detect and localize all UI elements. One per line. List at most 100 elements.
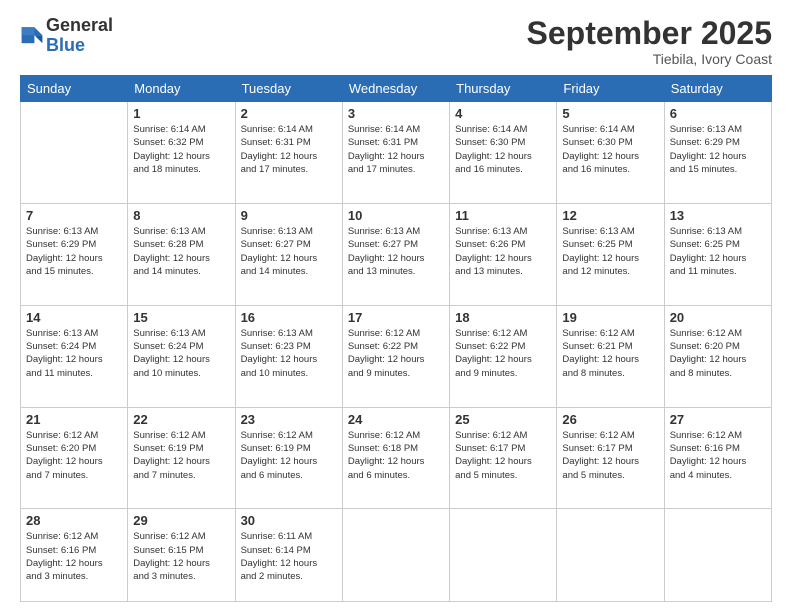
day-number: 10 bbox=[348, 208, 444, 223]
calendar-cell: 18 Sunrise: 6:12 AM Sunset: 6:22 PM Dayli… bbox=[450, 305, 557, 407]
day-number: 28 bbox=[26, 513, 122, 528]
day-number: 7 bbox=[26, 208, 122, 223]
day-number: 26 bbox=[562, 412, 658, 427]
calendar-cell: 29Sunrise: 6:12 AM Sunset: 6:15 PM Dayli… bbox=[128, 509, 235, 602]
day-info: Sunrise: 6:11 AM Sunset: 6:14 PM Dayligh… bbox=[241, 530, 337, 583]
day-info: Sunrise: 6:13 AM Sunset: 6:28 PM Dayligh… bbox=[133, 225, 229, 278]
day-number: 18 bbox=[455, 310, 551, 325]
calendar-cell: 2Sunrise: 6:14 AM Sunset: 6:31 PM Daylig… bbox=[235, 102, 342, 204]
day-info: Sunrise: 6:12 AM Sunset: 6:17 PM Dayligh… bbox=[562, 429, 658, 482]
day-number: 1 bbox=[133, 106, 229, 121]
calendar-cell: 28 Sunrise: 6:12 AM Sunset: 6:16 PM Dayli… bbox=[21, 509, 128, 602]
calendar-cell bbox=[342, 509, 449, 602]
calendar-cell: 15 Sunrise: 6:13 AM Sunset: 6:24 PM Dayli… bbox=[128, 305, 235, 407]
calendar-cell: 17Sunrise: 6:12 AM Sunset: 6:22 PM Dayli… bbox=[342, 305, 449, 407]
day-number: 9 bbox=[241, 208, 337, 223]
logo-text-top: General bbox=[46, 16, 113, 36]
day-number: 30 bbox=[241, 513, 337, 528]
calendar-cell: 4 Sunrise: 6:14 AM Sunset: 6:30 PM Daylig… bbox=[450, 102, 557, 204]
calendar-cell: 27 Sunrise: 6:12 AM Sunset: 6:16 PM Dayli… bbox=[664, 407, 771, 509]
calendar-cell: 11Sunrise: 6:13 AM Sunset: 6:26 PM Dayli… bbox=[450, 204, 557, 306]
title-block: September 2025 Tiebila, Ivory Coast bbox=[527, 16, 772, 67]
calendar-cell bbox=[664, 509, 771, 602]
calendar-table: Sunday Monday Tuesday Wednesday Thursday… bbox=[20, 75, 772, 602]
calendar-cell: 24 Sunrise: 6:12 AM Sunset: 6:18 PM Dayli… bbox=[342, 407, 449, 509]
col-saturday: Saturday bbox=[664, 76, 771, 102]
calendar-cell: 8 Sunrise: 6:13 AM Sunset: 6:28 PM Daylig… bbox=[128, 204, 235, 306]
day-number: 23 bbox=[241, 412, 337, 427]
day-info: Sunrise: 6:13 AM Sunset: 6:29 PM Dayligh… bbox=[26, 225, 122, 278]
col-wednesday: Wednesday bbox=[342, 76, 449, 102]
calendar-cell: 13Sunrise: 6:13 AM Sunset: 6:25 PM Dayli… bbox=[664, 204, 771, 306]
day-number: 25 bbox=[455, 412, 551, 427]
day-number: 8 bbox=[133, 208, 229, 223]
day-info: Sunrise: 6:12 AM Sunset: 6:18 PM Dayligh… bbox=[348, 429, 444, 482]
calendar-cell: 1 Sunrise: 6:14 AM Sunset: 6:32 PM Daylig… bbox=[128, 102, 235, 204]
day-info: Sunrise: 6:14 AM Sunset: 6:31 PM Dayligh… bbox=[348, 123, 444, 176]
day-number: 22 bbox=[133, 412, 229, 427]
day-info: Sunrise: 6:12 AM Sunset: 6:20 PM Dayligh… bbox=[26, 429, 122, 482]
col-tuesday: Tuesday bbox=[235, 76, 342, 102]
calendar-cell: 3Sunrise: 6:14 AM Sunset: 6:31 PM Daylig… bbox=[342, 102, 449, 204]
day-number: 5 bbox=[562, 106, 658, 121]
week-row-1: 1 Sunrise: 6:14 AM Sunset: 6:32 PM Daylig… bbox=[21, 102, 772, 204]
day-info: Sunrise: 6:12 AM Sunset: 6:21 PM Dayligh… bbox=[562, 327, 658, 380]
day-info: Sunrise: 6:14 AM Sunset: 6:30 PM Dayligh… bbox=[455, 123, 551, 176]
day-info: Sunrise: 6:12 AM Sunset: 6:17 PM Dayligh… bbox=[455, 429, 551, 482]
col-sunday: Sunday bbox=[21, 76, 128, 102]
day-info: Sunrise: 6:14 AM Sunset: 6:30 PM Dayligh… bbox=[562, 123, 658, 176]
calendar-cell: 23Sunrise: 6:12 AM Sunset: 6:19 PM Dayli… bbox=[235, 407, 342, 509]
day-info: Sunrise: 6:12 AM Sunset: 6:22 PM Dayligh… bbox=[455, 327, 551, 380]
calendar-cell bbox=[557, 509, 664, 602]
calendar-cell: 7 Sunrise: 6:13 AM Sunset: 6:29 PM Daylig… bbox=[21, 204, 128, 306]
day-info: Sunrise: 6:13 AM Sunset: 6:24 PM Dayligh… bbox=[133, 327, 229, 380]
day-info: Sunrise: 6:13 AM Sunset: 6:27 PM Dayligh… bbox=[241, 225, 337, 278]
day-info: Sunrise: 6:14 AM Sunset: 6:32 PM Dayligh… bbox=[133, 123, 229, 176]
calendar-cell: 26 Sunrise: 6:12 AM Sunset: 6:17 PM Dayli… bbox=[557, 407, 664, 509]
week-row-4: 21 Sunrise: 6:12 AM Sunset: 6:20 PM Dayli… bbox=[21, 407, 772, 509]
day-number: 6 bbox=[670, 106, 766, 121]
week-row-2: 7 Sunrise: 6:13 AM Sunset: 6:29 PM Daylig… bbox=[21, 204, 772, 306]
calendar-cell: 6Sunrise: 6:13 AM Sunset: 6:29 PM Daylig… bbox=[664, 102, 771, 204]
day-info: Sunrise: 6:12 AM Sunset: 6:20 PM Dayligh… bbox=[670, 327, 766, 380]
day-number: 24 bbox=[348, 412, 444, 427]
calendar-cell: 5 Sunrise: 6:14 AM Sunset: 6:30 PM Daylig… bbox=[557, 102, 664, 204]
col-monday: Monday bbox=[128, 76, 235, 102]
day-info: Sunrise: 6:13 AM Sunset: 6:27 PM Dayligh… bbox=[348, 225, 444, 278]
calendar-cell: 25 Sunrise: 6:12 AM Sunset: 6:17 PM Dayli… bbox=[450, 407, 557, 509]
day-number: 11 bbox=[455, 208, 551, 223]
day-number: 21 bbox=[26, 412, 122, 427]
calendar-cell: 30 Sunrise: 6:11 AM Sunset: 6:14 PM Dayli… bbox=[235, 509, 342, 602]
week-row-5: 28 Sunrise: 6:12 AM Sunset: 6:16 PM Dayli… bbox=[21, 509, 772, 602]
day-number: 4 bbox=[455, 106, 551, 121]
calendar-cell bbox=[21, 102, 128, 204]
day-number: 19 bbox=[562, 310, 658, 325]
location: Tiebila, Ivory Coast bbox=[527, 51, 772, 67]
day-info: Sunrise: 6:12 AM Sunset: 6:16 PM Dayligh… bbox=[26, 530, 122, 583]
day-number: 16 bbox=[241, 310, 337, 325]
logo-text-bottom: Blue bbox=[46, 36, 113, 56]
calendar-cell: 9 Sunrise: 6:13 AM Sunset: 6:27 PM Daylig… bbox=[235, 204, 342, 306]
calendar-cell bbox=[450, 509, 557, 602]
day-number: 27 bbox=[670, 412, 766, 427]
day-info: Sunrise: 6:14 AM Sunset: 6:31 PM Dayligh… bbox=[241, 123, 337, 176]
month-title: September 2025 bbox=[527, 16, 772, 51]
calendar-cell: 19 Sunrise: 6:12 AM Sunset: 6:21 PM Dayli… bbox=[557, 305, 664, 407]
header: General Blue September 2025 Tiebila, Ivo… bbox=[20, 16, 772, 67]
day-info: Sunrise: 6:13 AM Sunset: 6:25 PM Dayligh… bbox=[562, 225, 658, 278]
calendar-cell: 10 Sunrise: 6:13 AM Sunset: 6:27 PM Dayli… bbox=[342, 204, 449, 306]
calendar-cell: 12 Sunrise: 6:13 AM Sunset: 6:25 PM Dayli… bbox=[557, 204, 664, 306]
logo: General Blue bbox=[20, 16, 113, 56]
day-info: Sunrise: 6:13 AM Sunset: 6:24 PM Dayligh… bbox=[26, 327, 122, 380]
col-friday: Friday bbox=[557, 76, 664, 102]
day-number: 12 bbox=[562, 208, 658, 223]
day-number: 20 bbox=[670, 310, 766, 325]
day-number: 13 bbox=[670, 208, 766, 223]
calendar-cell: 16Sunrise: 6:13 AM Sunset: 6:23 PM Dayli… bbox=[235, 305, 342, 407]
day-info: Sunrise: 6:12 AM Sunset: 6:16 PM Dayligh… bbox=[670, 429, 766, 482]
logo-icon bbox=[20, 24, 44, 48]
day-number: 15 bbox=[133, 310, 229, 325]
page: General Blue September 2025 Tiebila, Ivo… bbox=[0, 0, 792, 612]
calendar-cell: 22Sunrise: 6:12 AM Sunset: 6:19 PM Dayli… bbox=[128, 407, 235, 509]
calendar-cell: 20 Sunrise: 6:12 AM Sunset: 6:20 PM Dayli… bbox=[664, 305, 771, 407]
